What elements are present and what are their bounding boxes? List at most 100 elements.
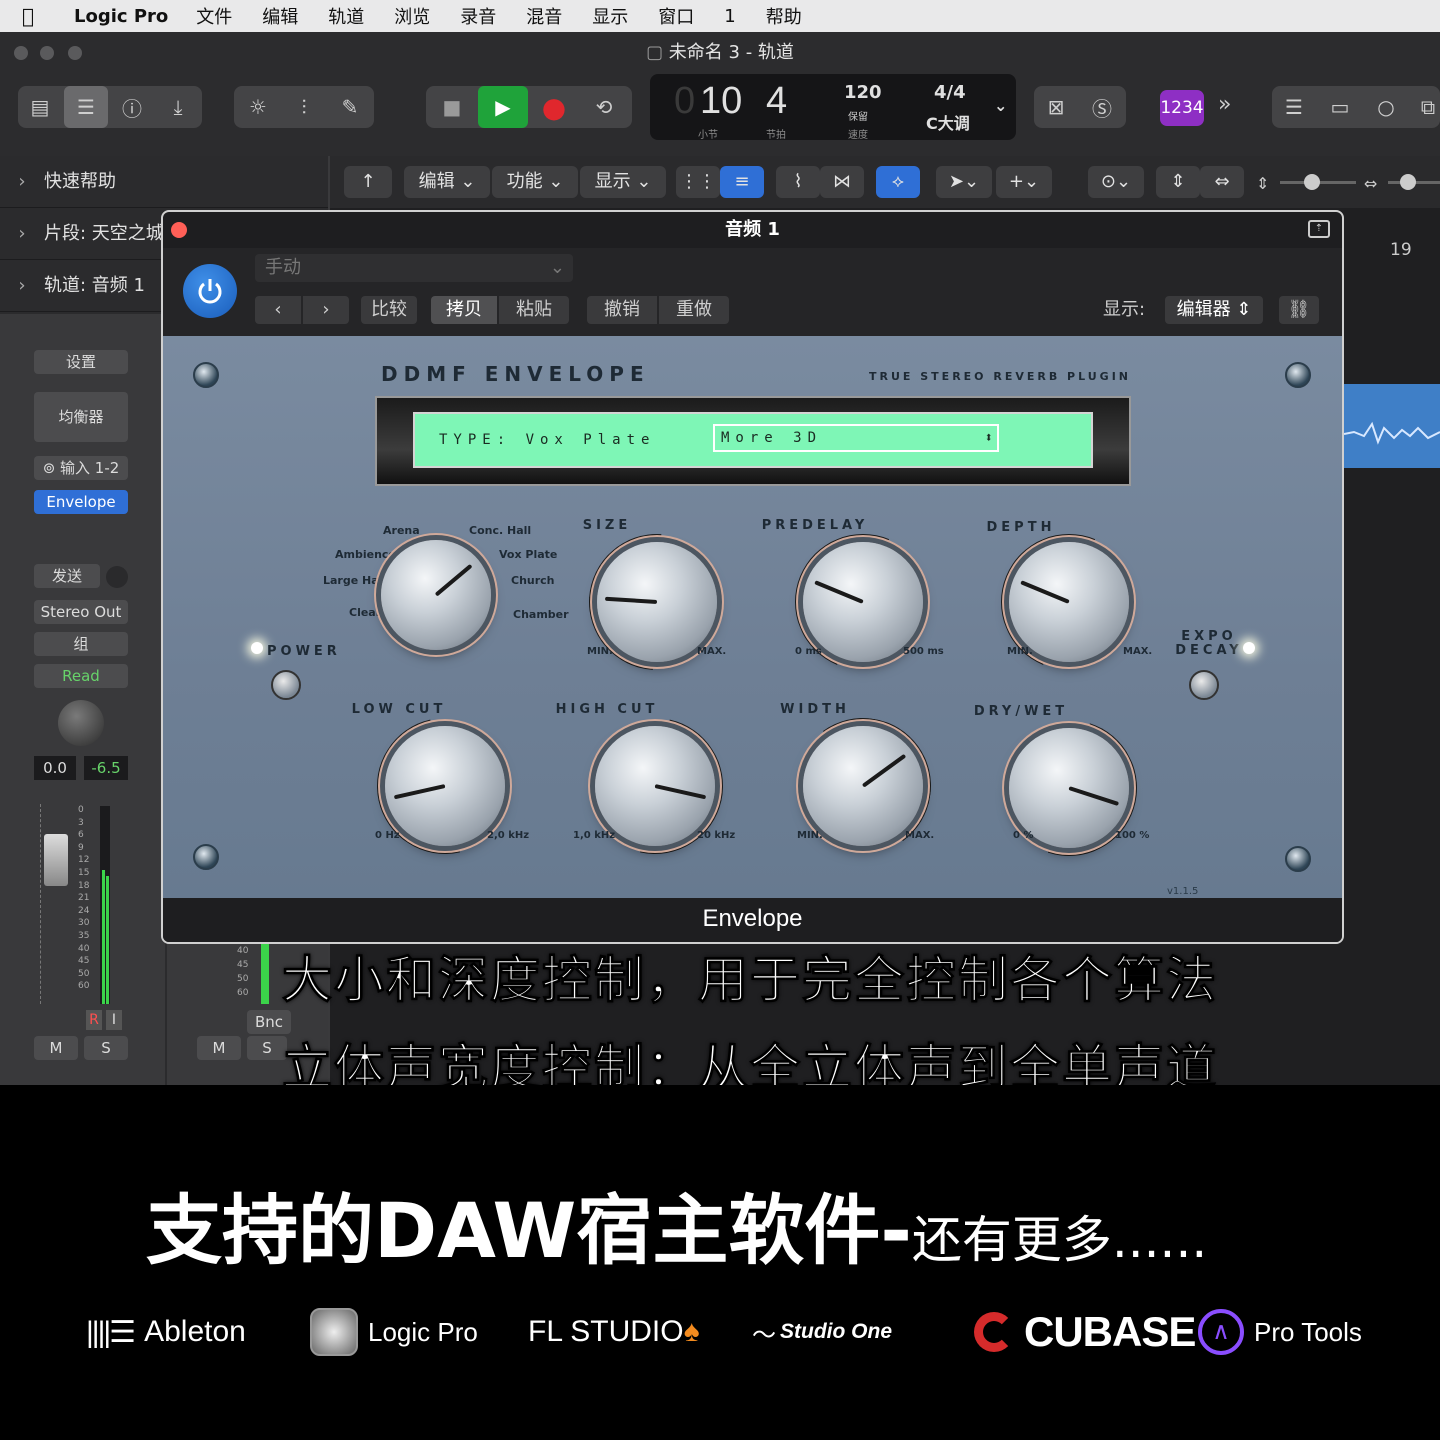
automation-button[interactable]: Read: [34, 664, 128, 688]
output-button[interactable]: Stereo Out: [34, 600, 128, 624]
menu-view[interactable]: 显示: [592, 3, 628, 29]
eq-button[interactable]: 均衡器: [34, 392, 128, 442]
snap-icon[interactable]: ⟡: [876, 166, 920, 198]
type-chamber[interactable]: Chamber: [513, 608, 569, 621]
notepad-icon[interactable]: ▭: [1318, 86, 1362, 128]
knob-high-cut[interactable]: [595, 726, 715, 846]
browser-icon[interactable]: ⧉: [1406, 86, 1440, 128]
knob-low-cut[interactable]: [385, 726, 505, 846]
download-icon[interactable]: ⤓: [156, 86, 200, 128]
apple-icon[interactable]: : [22, 4, 58, 28]
grid-icon[interactable]: ⋮⋮: [676, 166, 720, 198]
more-options-icon[interactable]: ⊙⌄: [1088, 166, 1144, 198]
view-menu[interactable]: 显示 ⌄: [580, 166, 666, 198]
type-large-hall[interactable]: Large Hall: [323, 574, 386, 587]
volume-readout[interactable]: 0.0: [34, 756, 76, 780]
input-button[interactable]: ⊚ 输入 1-2: [34, 456, 128, 480]
power-button[interactable]: [183, 264, 237, 318]
up-level-icon[interactable]: ↑: [344, 166, 392, 198]
knob-depth[interactable]: [1009, 542, 1129, 662]
cycle-icon[interactable]: ⟲: [582, 86, 626, 128]
solo-button[interactable]: S: [84, 1036, 128, 1060]
horizontal-zoom-slider[interactable]: [1388, 174, 1440, 190]
copy-button[interactable]: 拷贝: [431, 296, 497, 324]
loop-browser-icon[interactable]: ○: [1364, 86, 1408, 128]
type-ambience[interactable]: Ambience: [335, 548, 396, 561]
menu-app-name[interactable]: Logic Pro: [74, 6, 168, 27]
chevron-right-icon[interactable]: »: [1218, 92, 1231, 117]
minimize-window-button[interactable]: [40, 46, 54, 60]
type-clean[interactable]: Clean: [349, 606, 384, 619]
menu-browse[interactable]: 浏览: [394, 3, 430, 29]
stop-icon[interactable]: ■: [430, 86, 474, 128]
compare-button[interactable]: 比较: [361, 296, 417, 324]
automation-curve-icon[interactable]: ⌇: [776, 166, 820, 198]
fit-horizontal-icon[interactable]: ⇔: [1200, 166, 1244, 198]
prev-preset-button[interactable]: ‹: [255, 296, 301, 324]
type-vox-plate[interactable]: Vox Plate: [499, 548, 557, 561]
redo-button[interactable]: 重做: [659, 296, 729, 324]
knob-predelay[interactable]: [803, 542, 923, 662]
vertical-zoom-slider[interactable]: [1280, 174, 1356, 190]
audio-region[interactable]: [1343, 384, 1440, 468]
mixer-icon[interactable]: ⫶: [282, 86, 326, 128]
pointer-tool-icon[interactable]: ➤⌄: [936, 166, 992, 198]
quick-help-row[interactable]: › 快速帮助: [0, 156, 328, 208]
zoom-window-button[interactable]: [68, 46, 82, 60]
record-enable-button[interactable]: R: [86, 1010, 102, 1030]
plugin-close-button[interactable]: [171, 222, 187, 238]
group-button[interactable]: 组: [34, 632, 128, 656]
menu-record[interactable]: 录音: [460, 3, 496, 29]
menu-help[interactable]: 帮助: [766, 3, 802, 29]
list-editor-icon[interactable]: ☰: [1272, 86, 1316, 128]
editor-pencil-icon[interactable]: ✎: [328, 86, 372, 128]
menu-track[interactable]: 轨道: [328, 3, 364, 29]
output-mute-button[interactable]: M: [197, 1036, 241, 1060]
menu-mix[interactable]: 混音: [526, 3, 562, 29]
sends-button[interactable]: 发送: [34, 564, 100, 588]
smart-controls-icon[interactable]: ☼: [236, 86, 280, 128]
chevron-down-icon[interactable]: ⌄: [994, 96, 1007, 115]
edit-menu[interactable]: 编辑 ⌄: [404, 166, 490, 198]
library-icon[interactable]: ▤: [18, 86, 62, 128]
crossfade-icon[interactable]: ⋈: [820, 166, 864, 198]
input-monitor-button[interactable]: I: [106, 1010, 122, 1030]
expo-decay-toggle-button[interactable]: [1189, 670, 1219, 700]
type-knob[interactable]: [381, 540, 491, 650]
power-toggle-button[interactable]: [271, 670, 301, 700]
output-solo-button[interactable]: S: [247, 1036, 287, 1060]
envelope-plugin-slot[interactable]: Envelope: [34, 490, 128, 514]
menu-edit[interactable]: 编辑: [262, 3, 298, 29]
volume-fader[interactable]: [44, 834, 68, 886]
play-icon[interactable]: ▶: [478, 86, 528, 128]
lcd-display[interactable]: 0 10 4 小节 节拍 120 保留 速度 4/4 C大调 ⌄: [650, 74, 1016, 141]
preset-menu[interactable]: 手动 ⌄: [255, 254, 573, 282]
functions-menu[interactable]: 功能 ⌄: [492, 166, 578, 198]
list-view-icon[interactable]: ≡: [720, 166, 764, 198]
menu-window[interactable]: 窗口: [658, 3, 694, 29]
fit-vertical-icon[interactable]: ⇕: [1156, 166, 1200, 198]
mute-button[interactable]: M: [34, 1036, 78, 1060]
collapse-icon[interactable]: ⇡: [1308, 220, 1330, 238]
solo-mode-icon[interactable]: Ⓢ: [1080, 86, 1124, 128]
knob-size[interactable]: [597, 542, 717, 662]
count-in-badge[interactable]: 1234: [1160, 90, 1204, 126]
record-icon[interactable]: ●: [532, 86, 576, 128]
quick-help-icon[interactable]: ⓘ: [110, 86, 154, 128]
paste-button[interactable]: 粘贴: [499, 296, 569, 324]
type-church[interactable]: Church: [511, 574, 555, 587]
menu-one[interactable]: 1: [724, 6, 735, 27]
plus-tool-icon[interactable]: +⌄: [996, 166, 1052, 198]
menu-file[interactable]: 文件: [196, 3, 232, 29]
view-select[interactable]: 编辑器 ⇕: [1165, 296, 1263, 324]
pan-knob[interactable]: [58, 700, 104, 746]
inspector-icon[interactable]: ☰: [64, 86, 108, 128]
next-preset-button[interactable]: ›: [303, 296, 349, 324]
setting-button[interactable]: 设置: [34, 350, 128, 374]
send-knob-icon[interactable]: [106, 566, 128, 588]
preset-select[interactable]: More 3D ⬍: [713, 424, 999, 452]
knob-width[interactable]: [803, 726, 923, 846]
type-arena[interactable]: Arena: [383, 524, 420, 537]
link-icon[interactable]: ⛓: [1279, 296, 1319, 324]
undo-button[interactable]: 撤销: [587, 296, 657, 324]
